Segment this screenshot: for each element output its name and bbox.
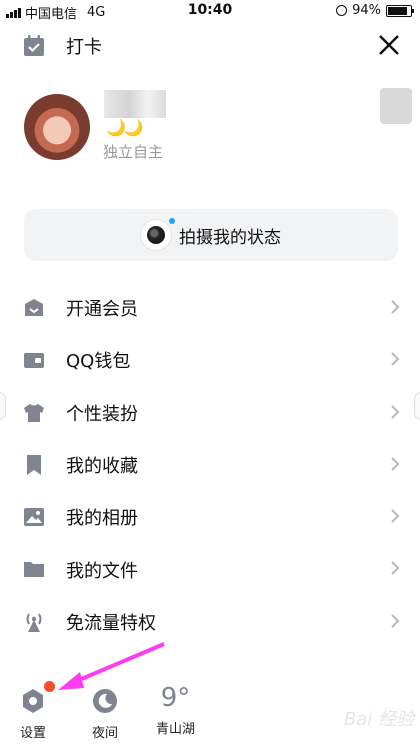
- menu-item-favorites[interactable]: 我的收藏: [0, 439, 420, 491]
- chevron-right-icon: [391, 509, 400, 523]
- notification-dot: [44, 681, 55, 692]
- night-label: 夜间: [91, 726, 118, 741]
- bookmark-icon: [27, 454, 41, 475]
- battery-fill: [388, 6, 407, 15]
- menu-item-theme[interactable]: 个性装扮: [0, 387, 420, 439]
- edge-handle-right: [414, 392, 420, 420]
- photo-icon: [24, 508, 44, 527]
- avatar[interactable]: [24, 94, 90, 160]
- checkin-label: 打卡: [66, 37, 102, 58]
- level-badges: 🌙🌙: [106, 118, 144, 137]
- battery-percent: 94%: [352, 3, 381, 18]
- vip-house-icon: [25, 299, 43, 316]
- menu-item-vip[interactable]: 开通会员: [0, 282, 420, 334]
- checkin-button[interactable]: 打卡: [22, 33, 102, 59]
- shirt-icon: [24, 403, 44, 422]
- battery-icon: [386, 4, 414, 17]
- signal-tower-icon: [26, 613, 42, 632]
- settings-button[interactable]: 设置: [18, 686, 48, 741]
- chevron-right-icon: [391, 457, 400, 471]
- menu-item-free-data[interactable]: 免流量特权: [0, 596, 420, 648]
- weather-temp: 9°: [160, 683, 191, 713]
- menu-item-wallet[interactable]: QQ钱包: [0, 334, 420, 386]
- menu-item-files[interactable]: 我的文件: [0, 543, 420, 595]
- menu-label: 免流量特权: [66, 612, 156, 634]
- folder-icon: [24, 562, 44, 578]
- status-bar: 中国电信 4G 10:40 94%: [0, 0, 420, 22]
- capture-status-button[interactable]: 拍摄我的状态: [24, 209, 398, 261]
- new-dot: [169, 218, 175, 224]
- chevron-right-icon: [391, 614, 400, 628]
- weather-city: 青山湖: [156, 722, 196, 737]
- wallet-icon: [24, 353, 44, 369]
- menu-label: 我的文件: [66, 560, 138, 582]
- nickname-blurred: [104, 90, 166, 118]
- close-icon[interactable]: [376, 32, 402, 58]
- rotation-lock-icon: [336, 5, 348, 16]
- menu-label: 我的收藏: [66, 456, 138, 478]
- qr-code-icon[interactable]: [380, 88, 412, 124]
- edge-handle-left: [0, 392, 6, 420]
- signature-text[interactable]: 独立自主: [103, 141, 163, 162]
- menu-label: 我的相册: [66, 508, 138, 530]
- weather-button[interactable]: 9° 青山湖: [156, 684, 195, 737]
- chevron-right-icon: [391, 352, 400, 367]
- status-right: 94%: [336, 3, 414, 18]
- gear-icon: [23, 689, 43, 713]
- menu-item-album[interactable]: 我的相册: [0, 491, 420, 543]
- capture-status-label: 拍摄我的状态: [179, 227, 281, 248]
- chevron-right-icon: [391, 300, 400, 314]
- settings-label: 设置: [19, 726, 46, 741]
- moon-icon: [93, 689, 117, 713]
- menu-label: 个性装扮: [66, 403, 138, 425]
- menu-label: 开通会员: [66, 299, 138, 321]
- drawer-menu: 开通会员 QQ钱包 个性装扮 我的收藏 我的相册 我的文件 免流量特权: [0, 282, 420, 648]
- watermark: Bai 经验: [343, 709, 414, 730]
- calendar-check-icon: [24, 35, 44, 56]
- chevron-right-icon: [391, 404, 400, 419]
- camera-icon: [141, 218, 175, 250]
- menu-label: QQ钱包: [66, 351, 131, 373]
- night-mode-button[interactable]: 夜间: [90, 686, 120, 741]
- chevron-right-icon: [391, 561, 400, 576]
